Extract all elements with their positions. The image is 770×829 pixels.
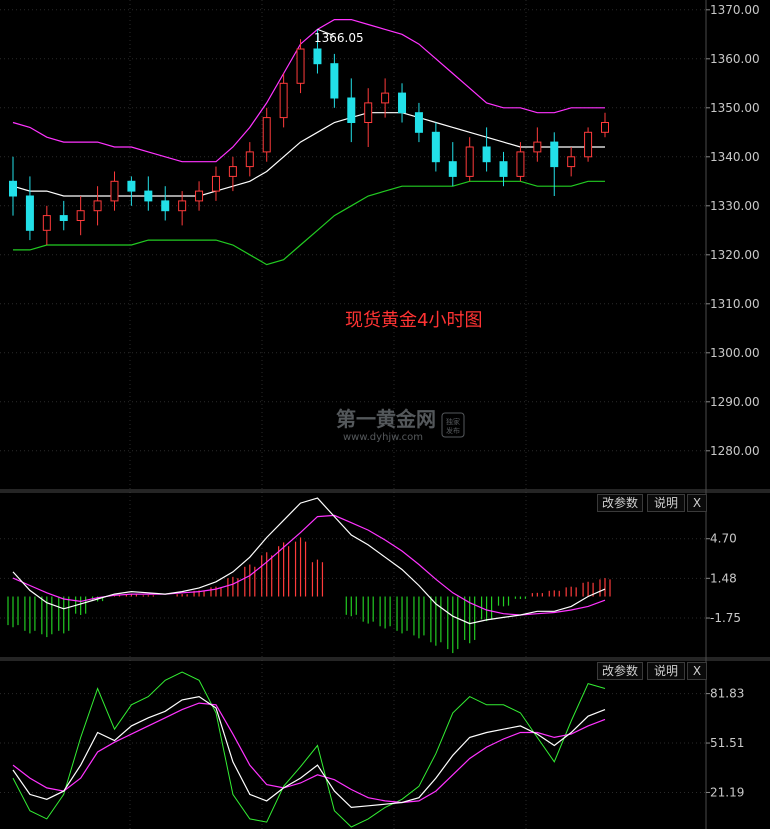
candle-body — [381, 92, 390, 104]
macd-indicator — [7, 497, 611, 654]
candle-body — [279, 82, 288, 119]
candle-body — [567, 156, 576, 168]
y-tick-label: 1290.00 — [710, 395, 760, 409]
kdj-help-button[interactable]: 说明 — [647, 662, 685, 680]
candle-body — [448, 161, 457, 177]
candle-body — [195, 190, 204, 202]
candle-body — [516, 151, 525, 177]
macd-help-button[interactable]: 说明 — [647, 494, 685, 512]
candle-body — [262, 117, 271, 153]
candle-body — [228, 166, 237, 177]
watermark: 第一黄金网 www.dyhjw.com 独家 发布 — [336, 407, 465, 443]
y-axis-tick-labels: 1370.00 1360.00 1350.00 1340.00 1330.00 1320.… — [706, 3, 760, 799]
candle-body — [245, 151, 254, 168]
bollinger-bands — [12, 19, 605, 266]
candle-body — [499, 161, 508, 177]
y-tick-label: 1360.00 — [710, 52, 760, 66]
kdj-edit-params-button[interactable]: 改参数 — [597, 662, 643, 680]
candle-body — [127, 180, 136, 192]
candle-body — [330, 63, 339, 99]
candle-body — [398, 92, 407, 114]
candle-body — [211, 175, 220, 192]
candle-body — [93, 200, 102, 212]
kdj-d-line — [12, 702, 606, 804]
y-tick-label: 1320.00 — [710, 248, 760, 262]
kdj-close-button[interactable]: X — [687, 662, 707, 680]
chart-canvas: 1370.00 1360.00 1350.00 1340.00 1330.00 1320.… — [0, 0, 770, 829]
candle-body — [533, 141, 542, 153]
y-tick-label: 51.51 — [710, 736, 744, 750]
candle-body — [296, 48, 305, 84]
y-tick-label: 81.83 — [710, 687, 744, 701]
candle-body — [584, 131, 593, 158]
kdj-k-line — [12, 695, 606, 809]
y-tick-label: 1280.00 — [710, 444, 760, 458]
candle-body — [161, 200, 170, 212]
kdj-indicator — [12, 671, 606, 828]
peak-annotation: 1366.05 — [314, 28, 364, 45]
watermark-badge-line2: 发布 — [446, 426, 460, 435]
bollinger-upper-line — [12, 19, 605, 163]
candle-body — [482, 146, 491, 163]
y-tick-label: 1340.00 — [710, 150, 760, 164]
candle-body — [144, 190, 153, 202]
candle-body — [313, 48, 322, 65]
watermark-logo-text: 第一黄金网 — [336, 407, 436, 431]
candle-body — [42, 215, 51, 231]
candle-body — [110, 180, 119, 202]
candle-body — [414, 112, 423, 133]
macd-dif-line — [12, 497, 606, 625]
y-tick-label: 1370.00 — [710, 3, 760, 17]
candle-body — [59, 215, 68, 222]
macd-dea-line — [12, 514, 606, 616]
y-tick-label: 1330.00 — [710, 199, 760, 213]
y-tick-label: 1300.00 — [710, 346, 760, 360]
chart-title: 现货黄金4小时图 — [345, 310, 482, 331]
y-tick-label: 4.70 — [710, 532, 737, 546]
candle-body — [431, 131, 440, 163]
y-tick-label: -1.75 — [710, 611, 741, 625]
candle-body — [364, 102, 373, 124]
watermark-url: www.dyhjw.com — [343, 432, 423, 443]
y-tick-label: 1.48 — [710, 571, 737, 585]
y-tick-label: 21.19 — [710, 785, 744, 799]
macd-edit-params-button[interactable]: 改参数 — [597, 494, 643, 512]
bollinger-mid-line — [12, 112, 605, 197]
candle-body — [465, 146, 474, 177]
candle-body — [601, 122, 609, 133]
y-tick-label: 1350.00 — [710, 101, 760, 115]
y-tick-label: 1310.00 — [710, 297, 760, 311]
candle-body — [347, 97, 356, 123]
macd-close-button[interactable]: X — [687, 494, 707, 512]
bollinger-lower-line — [13, 180, 605, 266]
candle-body — [9, 180, 17, 197]
candle-body — [25, 195, 34, 231]
peak-annotation-label: 1366.05 — [314, 31, 364, 45]
candle-body — [178, 200, 187, 212]
candle-body — [76, 210, 85, 221]
candle-body — [550, 141, 559, 168]
watermark-badge-line1: 独家 — [446, 417, 460, 426]
